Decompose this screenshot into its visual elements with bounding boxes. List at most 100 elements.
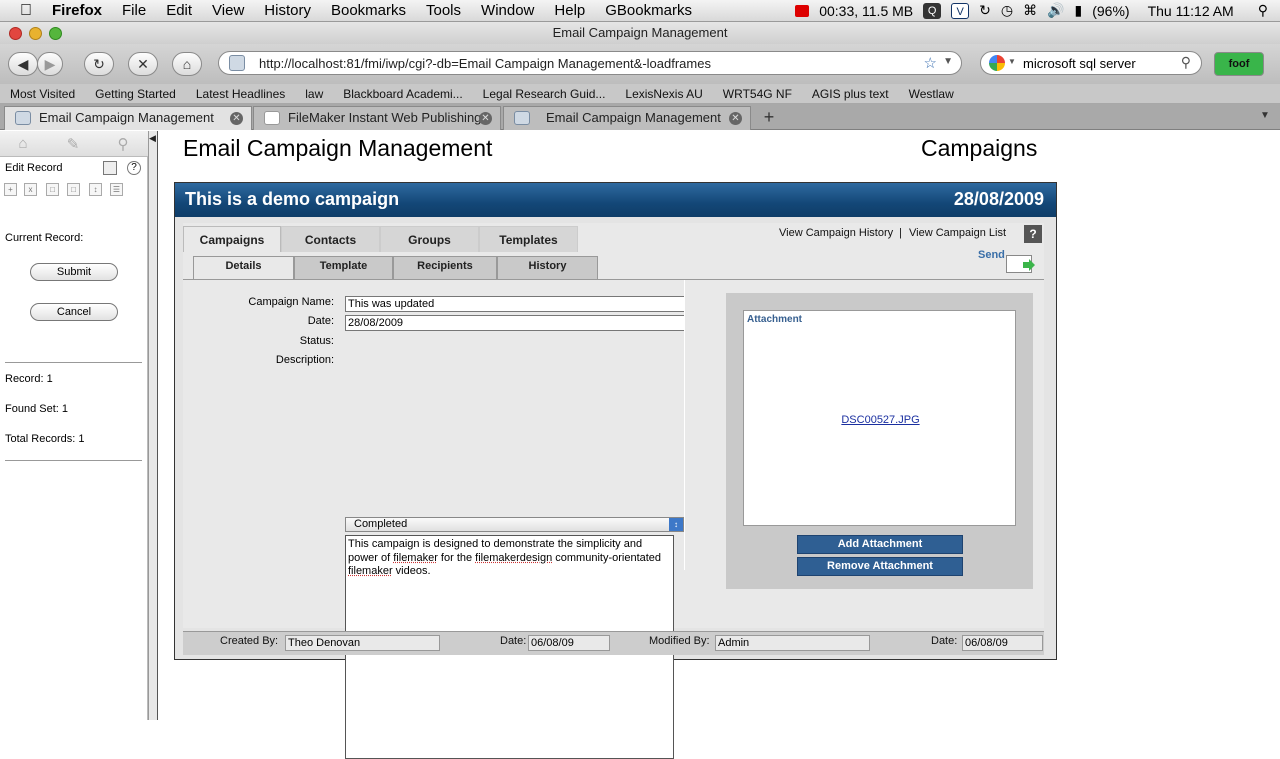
- tab-close-icon[interactable]: ✕: [479, 112, 492, 125]
- tab-templates[interactable]: Templates: [479, 226, 578, 252]
- send-label[interactable]: Send: [978, 249, 1005, 261]
- quicksilver-icon[interactable]: Q: [923, 2, 942, 19]
- sort-icon[interactable]: ↕: [89, 183, 102, 196]
- new-record-icon[interactable]: +: [4, 183, 17, 196]
- url-dropdown-icon[interactable]: ▼: [943, 56, 953, 67]
- spotlight-icon[interactable]: ⚲: [1258, 2, 1268, 19]
- bookmark-law[interactable]: law: [295, 87, 333, 101]
- bookmark-getting-started[interactable]: Getting Started: [85, 87, 186, 101]
- remove-attachment-button[interactable]: Remove Attachment: [797, 557, 963, 576]
- edit-pencil-icon[interactable]: ✎: [58, 135, 88, 153]
- tab-label[interactable]: Email Campaign Management: [546, 110, 721, 125]
- submit-button[interactable]: Submit: [30, 263, 118, 281]
- battery-icon[interactable]: ▮: [1075, 2, 1083, 19]
- search-input[interactable]: microsoft sql server: [1023, 56, 1136, 71]
- new-tab-button[interactable]: +: [756, 106, 782, 128]
- bookmark-agis[interactable]: AGIS plus text: [802, 87, 899, 101]
- omit-record-icon[interactable]: □: [67, 183, 80, 196]
- menu-edit[interactable]: Edit: [156, 2, 202, 19]
- back-button[interactable]: ◀: [8, 52, 38, 76]
- list-all-tabs-icon[interactable]: ▼: [1260, 110, 1270, 121]
- tab-close-icon[interactable]: ✕: [230, 112, 243, 125]
- home-icon[interactable]: ⌂: [8, 135, 38, 153]
- status-select[interactable]: Completed ↕: [345, 517, 684, 532]
- menu-file[interactable]: File: [112, 2, 156, 19]
- select-arrows-icon[interactable]: ↕: [669, 518, 683, 531]
- menu-help[interactable]: Help: [544, 2, 595, 19]
- bookmark-westlaw[interactable]: Westlaw: [899, 87, 964, 101]
- memory-icon[interactable]: [795, 4, 810, 17]
- tab-campaigns[interactable]: Campaigns: [183, 226, 281, 252]
- cancel-button[interactable]: Cancel: [30, 303, 118, 321]
- menu-window[interactable]: Window: [471, 2, 544, 19]
- date-field[interactable]: 28/08/2009: [345, 315, 685, 331]
- wifi-icon[interactable]: ⌘: [1023, 2, 1037, 19]
- search-bar[interactable]: ▼ microsoft sql server ⚲: [980, 51, 1202, 75]
- stop-button[interactable]: ✕: [128, 52, 158, 76]
- browser-tab-filemaker-iwp[interactable]: FileMaker Instant Web Publishing ✕: [253, 106, 501, 130]
- bookmark-blackboard[interactable]: Blackboard Academi...: [333, 87, 472, 101]
- app-menu[interactable]: Firefox: [42, 2, 112, 19]
- subtab-history[interactable]: History: [497, 256, 598, 279]
- bookmark-wrt54g[interactable]: WRT54G NF: [713, 87, 802, 101]
- search-icon[interactable]: ⚲: [1181, 54, 1191, 71]
- zoom-window-button[interactable]: [49, 27, 62, 40]
- find-icon[interactable]: ⚲: [108, 135, 138, 153]
- browser-tab-email-campaign[interactable]: Email Campaign Management ✕: [4, 106, 252, 130]
- minimize-window-button[interactable]: [29, 27, 42, 40]
- bookmark-latest-headlines[interactable]: Latest Headlines: [186, 87, 295, 101]
- home-button[interactable]: ⌂: [172, 52, 202, 76]
- delete-record-icon[interactable]: x: [24, 183, 37, 196]
- tab-groups[interactable]: Groups: [380, 226, 479, 252]
- subtab-template[interactable]: Template: [294, 256, 393, 279]
- bookmark-legal-research[interactable]: Legal Research Guid...: [473, 87, 616, 101]
- send-email-icon[interactable]: [1006, 255, 1035, 273]
- sync-icon[interactable]: ↻: [979, 2, 991, 19]
- bookmark-lexisnexis[interactable]: LexisNexis AU: [615, 87, 712, 101]
- help-icon[interactable]: ?: [127, 161, 141, 175]
- addon-button[interactable]: foof: [1214, 52, 1264, 76]
- vc-icon[interactable]: V: [951, 2, 970, 19]
- search-engine-dropdown-icon[interactable]: ▼: [1008, 57, 1016, 66]
- browser-tab-email-campaign-2[interactable]: Email Campaign Management ✕: [503, 106, 751, 130]
- campaign-name-field[interactable]: This was updated: [345, 296, 685, 312]
- close-window-button[interactable]: [9, 27, 22, 40]
- menu-view[interactable]: View: [202, 2, 254, 19]
- layouts-icon[interactable]: [103, 161, 117, 175]
- site-identity-icon[interactable]: [229, 55, 245, 71]
- menu-bookmarks[interactable]: Bookmarks: [321, 2, 416, 19]
- collapse-arrow-icon[interactable]: ◀: [149, 133, 156, 144]
- apple-menu-icon[interactable]: : [0, 2, 42, 20]
- tab-label[interactable]: FileMaker Instant Web Publishing: [288, 110, 481, 125]
- tab-close-icon[interactable]: ✕: [729, 112, 742, 125]
- desc-text: filemaker: [348, 565, 393, 577]
- reload-button[interactable]: ↻: [84, 52, 114, 76]
- tab-label[interactable]: Email Campaign Management: [39, 110, 214, 125]
- url-text[interactable]: http://localhost:81/fmi/iwp/cgi?-db=Emai…: [259, 56, 711, 71]
- help-button[interactable]: ?: [1024, 225, 1042, 243]
- clock[interactable]: Thu 11:12 AM: [1148, 3, 1234, 19]
- menu-gbookmarks[interactable]: GBookmarks: [595, 2, 702, 19]
- memory-status[interactable]: 00:33, 11.5 MB: [819, 3, 913, 19]
- duplicate-record-icon[interactable]: □: [46, 183, 59, 196]
- bookmark-star-icon[interactable]: ☆: [924, 54, 937, 72]
- menu-history[interactable]: History: [254, 2, 321, 19]
- subtab-recipients[interactable]: Recipients: [393, 256, 497, 279]
- view-campaign-history-link[interactable]: View Campaign History: [779, 227, 893, 239]
- url-bar[interactable]: http://localhost:81/fmi/iwp/cgi?-db=Emai…: [218, 51, 962, 75]
- show-all-icon[interactable]: ☰: [110, 183, 123, 196]
- subtab-details[interactable]: Details: [193, 256, 294, 279]
- google-search-engine-icon[interactable]: [989, 55, 1005, 71]
- tab-contacts[interactable]: Contacts: [281, 226, 380, 252]
- status-pane-splitter[interactable]: ◀: [148, 131, 158, 720]
- menu-tools[interactable]: Tools: [416, 2, 471, 19]
- volume-icon[interactable]: 🔊: [1047, 2, 1064, 19]
- created-date-field: 06/08/09: [528, 635, 610, 651]
- view-campaign-list-link[interactable]: View Campaign List: [909, 227, 1006, 239]
- forward-button[interactable]: ▶: [37, 52, 63, 76]
- bookmark-most-visited[interactable]: Most Visited: [0, 87, 85, 101]
- add-attachment-button[interactable]: Add Attachment: [797, 535, 963, 554]
- clock-icon[interactable]: ◷: [1001, 2, 1013, 19]
- attachment-file-link[interactable]: DSC00527.JPG: [744, 414, 1017, 426]
- battery-status[interactable]: (96%): [1092, 3, 1129, 19]
